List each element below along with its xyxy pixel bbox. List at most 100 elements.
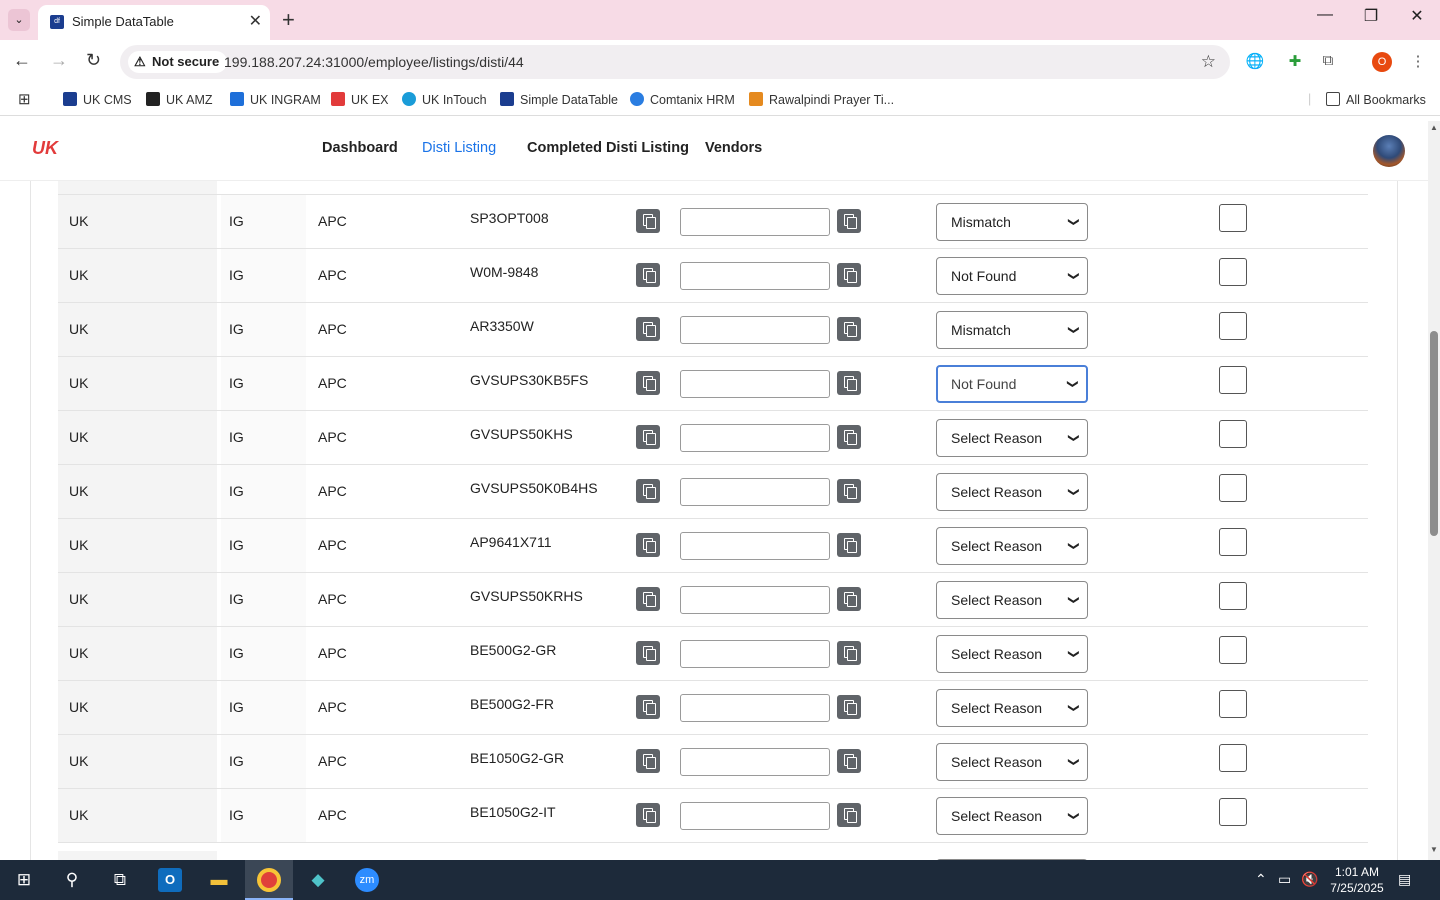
reason-select[interactable]: Select Reason ❯ xyxy=(936,797,1088,835)
profile-avatar[interactable]: O xyxy=(1372,52,1392,72)
zoom-icon[interactable]: zm xyxy=(355,868,379,892)
copy-part-icon[interactable] xyxy=(636,641,660,665)
value-input[interactable] xyxy=(680,802,830,830)
close-window-button[interactable]: ✕ xyxy=(1394,6,1440,26)
reason-select[interactable]: Mismatch ❯ xyxy=(936,311,1088,349)
reason-select[interactable]: Select Reason ❯ xyxy=(936,419,1088,457)
maximize-button[interactable]: ❐ xyxy=(1348,6,1394,26)
nav-dashboard[interactable]: Dashboard xyxy=(322,140,398,156)
reason-select[interactable]: Select Reason ❯ xyxy=(936,473,1088,511)
reason-select[interactable]: Mismatch ❯ xyxy=(936,203,1088,241)
extensions-icon[interactable]: ⧉ xyxy=(1318,52,1338,72)
paste-value-icon[interactable] xyxy=(837,263,861,287)
user-avatar[interactable] xyxy=(1373,135,1405,167)
scroll-up-icon[interactable]: ▲ xyxy=(1430,123,1438,132)
apps-grid-icon[interactable]: ⊞ xyxy=(18,90,31,108)
system-clock[interactable]: 1:01 AM 7/25/2025 xyxy=(1322,864,1392,896)
nav-vendors[interactable]: Vendors xyxy=(705,140,762,156)
value-input[interactable] xyxy=(680,370,830,398)
reason-select[interactable]: Select Reason ❯ xyxy=(936,527,1088,565)
search-icon[interactable]: ⚲ xyxy=(60,868,84,892)
page-scrollbar[interactable]: ▲ ▼ xyxy=(1428,121,1440,860)
chrome-menu-icon[interactable]: ⋮ xyxy=(1408,52,1428,72)
paste-value-icon[interactable] xyxy=(837,371,861,395)
outlook-icon[interactable]: O xyxy=(158,868,182,892)
chrome-icon[interactable] xyxy=(257,868,281,892)
tray-chevron-icon[interactable]: ⌃ xyxy=(1255,871,1267,888)
notifications-icon[interactable]: ▤ xyxy=(1398,871,1411,888)
value-input[interactable] xyxy=(680,424,830,452)
bookmark-uk-intouch[interactable]: UK InTouch xyxy=(402,92,487,107)
address-bar[interactable]: ⚠ Not secure 199.188.207.24:31000/employ… xyxy=(120,45,1230,79)
paste-value-icon[interactable] xyxy=(837,587,861,611)
copy-part-icon[interactable] xyxy=(636,479,660,503)
nav-disti-listing[interactable]: Disti Listing xyxy=(422,140,496,156)
value-input[interactable] xyxy=(680,640,830,668)
app-diamond-icon[interactable]: ◆ xyxy=(306,868,330,892)
copy-part-icon[interactable] xyxy=(636,263,660,287)
row-checkbox[interactable] xyxy=(1219,312,1247,340)
reason-select[interactable]: Not Found ❯ xyxy=(936,257,1088,295)
copy-part-icon[interactable] xyxy=(636,371,660,395)
copy-part-icon[interactable] xyxy=(636,803,660,827)
paste-value-icon[interactable] xyxy=(837,317,861,341)
copy-part-icon[interactable] xyxy=(636,749,660,773)
new-tab-button[interactable]: + xyxy=(282,7,295,33)
copy-part-icon[interactable] xyxy=(636,587,660,611)
row-checkbox[interactable] xyxy=(1219,582,1247,610)
bookmark-simple-datatable[interactable]: Simple DataTable xyxy=(500,92,618,107)
row-checkbox[interactable] xyxy=(1219,798,1247,826)
row-checkbox[interactable] xyxy=(1219,528,1247,556)
url-text[interactable]: 199.188.207.24:31000/employee/listings/d… xyxy=(224,54,524,70)
all-bookmarks-folder[interactable]: All Bookmarks xyxy=(1326,92,1426,107)
browser-tab-active[interactable]: df Simple DataTable ✕ xyxy=(38,5,270,40)
paste-value-icon[interactable] xyxy=(837,803,861,827)
bookmark-star-icon[interactable]: ☆ xyxy=(1201,52,1216,72)
task-view-icon[interactable]: ⧉ xyxy=(108,868,132,892)
row-checkbox[interactable] xyxy=(1219,366,1247,394)
translate-icon[interactable]: 🌐 xyxy=(1245,52,1265,72)
bookmark-rawalpindi-prayer[interactable]: Rawalpindi Prayer Ti... xyxy=(749,92,894,107)
row-checkbox[interactable] xyxy=(1219,258,1247,286)
security-indicator[interactable]: ⚠ Not secure xyxy=(128,51,228,73)
volume-muted-icon[interactable]: 🔇 xyxy=(1301,871,1318,888)
forward-icon[interactable]: → xyxy=(50,50,68,71)
copy-part-icon[interactable] xyxy=(636,695,660,719)
paste-value-icon[interactable] xyxy=(837,425,861,449)
reason-select[interactable]: Not Found ❯ xyxy=(936,365,1088,403)
paste-value-icon[interactable] xyxy=(837,533,861,557)
reason-select[interactable]: Select Reason ❯ xyxy=(936,581,1088,619)
value-input[interactable] xyxy=(680,694,830,722)
bookmark-uk-amz[interactable]: UK AMZ xyxy=(146,92,213,107)
paste-value-icon[interactable] xyxy=(837,749,861,773)
row-checkbox[interactable] xyxy=(1219,204,1247,232)
extension-puzzle-icon[interactable]: ✚ xyxy=(1285,52,1305,72)
paste-value-icon[interactable] xyxy=(837,209,861,233)
scrollbar-thumb[interactable] xyxy=(1430,331,1438,536)
reason-select[interactable]: Select Reason ❯ xyxy=(936,743,1088,781)
paste-value-icon[interactable] xyxy=(837,695,861,719)
copy-part-icon[interactable] xyxy=(636,317,660,341)
paste-value-icon[interactable] xyxy=(837,479,861,503)
bookmark-uk-ingram[interactable]: UK INGRAM xyxy=(230,92,321,107)
back-icon[interactable]: ← xyxy=(13,50,31,71)
minimize-button[interactable]: — xyxy=(1302,6,1348,24)
reason-select[interactable]: Select Reason ❯ xyxy=(936,689,1088,727)
paste-value-icon[interactable] xyxy=(837,641,861,665)
row-checkbox[interactable] xyxy=(1219,744,1247,772)
reason-select[interactable]: Select Reason ❯ xyxy=(936,635,1088,673)
bookmark-uk-cms[interactable]: UK CMS xyxy=(63,92,132,107)
value-input[interactable] xyxy=(680,478,830,506)
copy-part-icon[interactable] xyxy=(636,209,660,233)
value-input[interactable] xyxy=(680,532,830,560)
row-checkbox[interactable] xyxy=(1219,690,1247,718)
scroll-down-icon[interactable]: ▼ xyxy=(1430,845,1438,854)
value-input[interactable] xyxy=(680,262,830,290)
windows-start-icon[interactable]: ⊞ xyxy=(12,868,36,892)
value-input[interactable] xyxy=(680,208,830,236)
row-checkbox[interactable] xyxy=(1219,420,1247,448)
bookmark-uk-ex[interactable]: UK EX xyxy=(331,92,389,107)
row-checkbox[interactable] xyxy=(1219,474,1247,502)
copy-part-icon[interactable] xyxy=(636,425,660,449)
tab-search-button[interactable]: ⌄ xyxy=(8,9,30,31)
